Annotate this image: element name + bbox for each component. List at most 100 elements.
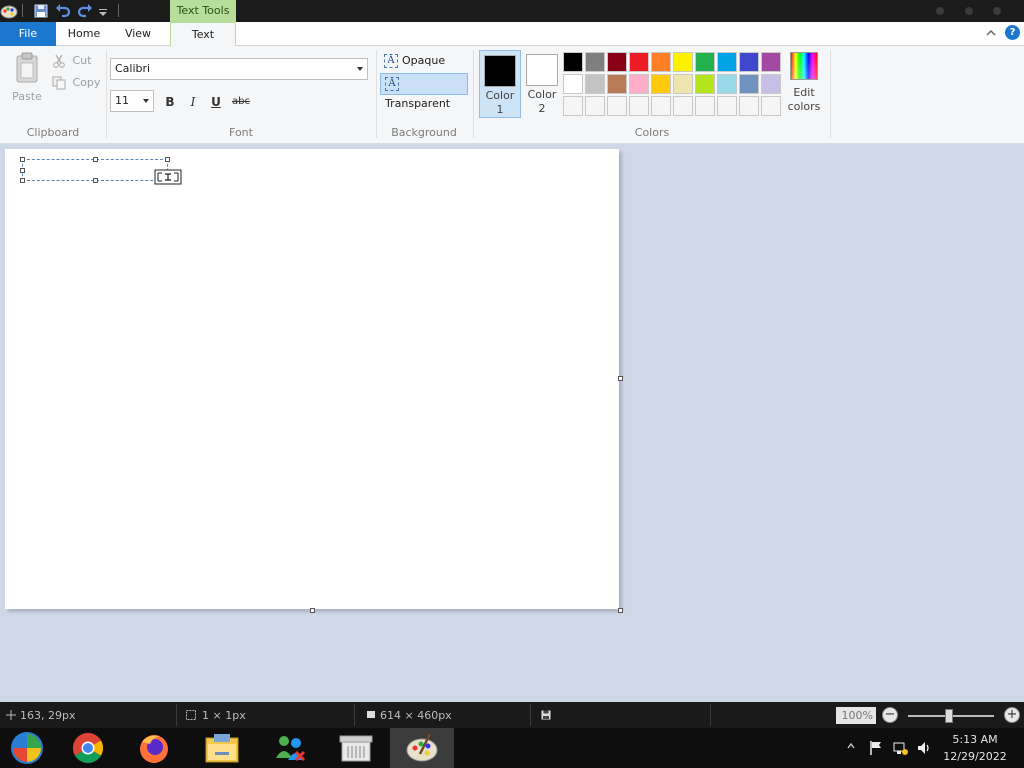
palette-swatch[interactable]	[607, 74, 627, 94]
selection-size-icon	[186, 710, 196, 720]
color2-label: Color	[527, 88, 557, 101]
save-icon[interactable]	[32, 2, 50, 20]
status-separator	[354, 704, 355, 726]
palette-swatch[interactable]	[651, 52, 671, 72]
tab-view[interactable]: View	[112, 22, 164, 46]
palette-swatch[interactable]	[717, 74, 737, 94]
edit-colors-label-1: Edit	[793, 86, 815, 99]
transparent-icon: A	[385, 77, 399, 91]
palette-swatch[interactable]	[563, 52, 583, 72]
palette-swatch[interactable]	[695, 96, 715, 116]
close-button[interactable]	[993, 7, 1001, 15]
canvas-resize-handle-corner[interactable]	[618, 608, 623, 613]
chrome-icon[interactable]	[56, 728, 120, 768]
bold-button[interactable]: B	[160, 92, 180, 112]
font-family-dropdown[interactable]: Calibri	[110, 58, 368, 80]
cursor-position-icon	[6, 710, 16, 720]
palette-swatch[interactable]	[585, 74, 605, 94]
status-separator	[710, 704, 711, 726]
tab-file[interactable]: File	[0, 22, 56, 46]
text-box-resize-handle[interactable]	[165, 157, 170, 162]
color1-button[interactable]: Color 1	[479, 50, 521, 118]
paint-taskbar-icon[interactable]	[390, 728, 454, 768]
status-separator	[530, 704, 531, 726]
text-box-resize-handle[interactable]	[20, 157, 25, 162]
network-icon[interactable]	[893, 740, 909, 756]
minimize-ribbon-icon[interactable]	[985, 27, 997, 39]
messenger-icon[interactable]	[258, 728, 322, 768]
palette-swatch[interactable]	[607, 52, 627, 72]
palette-swatch[interactable]	[717, 52, 737, 72]
font-size-dropdown[interactable]: 11	[110, 90, 154, 112]
color1-swatch	[484, 55, 516, 87]
palette-swatch[interactable]	[673, 74, 693, 94]
start-button[interactable]	[0, 728, 56, 768]
paste-icon	[14, 52, 40, 84]
palette-swatch[interactable]	[585, 52, 605, 72]
palette-swatch[interactable]	[585, 96, 605, 116]
color2-button[interactable]: Color 2	[521, 50, 563, 118]
palette-swatch[interactable]	[695, 74, 715, 94]
cut-button[interactable]: Cut	[52, 54, 91, 70]
canvas-resize-handle-right[interactable]	[618, 376, 623, 381]
transparent-button[interactable]: A Transparent	[380, 73, 468, 110]
maximize-button[interactable]	[965, 7, 973, 15]
text-box-resize-handle[interactable]	[93, 178, 98, 183]
italic-button[interactable]: I	[183, 92, 203, 112]
cursor-position-text: 163, 29px	[20, 709, 76, 722]
clock-date[interactable]: 12/29/2022	[930, 750, 1020, 763]
font-group-label: Font	[229, 126, 253, 139]
palette-swatch[interactable]	[673, 96, 693, 116]
tab-home[interactable]: Home	[56, 22, 112, 46]
palette-swatch[interactable]	[651, 74, 671, 94]
palette-swatch[interactable]	[717, 96, 737, 116]
palette-swatch[interactable]	[739, 52, 759, 72]
undo-icon[interactable]	[54, 2, 72, 20]
zoom-out-button[interactable]: −	[882, 707, 898, 723]
customize-quick-access-icon[interactable]	[97, 2, 115, 20]
palette-swatch[interactable]	[629, 74, 649, 94]
palette-swatch[interactable]	[739, 74, 759, 94]
copy-button[interactable]: Copy	[52, 76, 100, 92]
text-box-resize-handle[interactable]	[20, 168, 25, 173]
firefox-icon[interactable]	[122, 728, 186, 768]
palette-swatch[interactable]	[629, 96, 649, 116]
palette-swatch[interactable]	[563, 96, 583, 116]
canvas-resize-handle-bottom[interactable]	[310, 608, 315, 613]
palette-swatch[interactable]	[651, 96, 671, 116]
tab-text[interactable]: Text	[170, 22, 236, 48]
edit-colors-button[interactable]: Edit colors	[786, 52, 822, 118]
paste-button[interactable]: Paste	[8, 52, 46, 112]
clock-time[interactable]: 5:13 AM	[930, 733, 1020, 746]
text-box-resize-handle[interactable]	[93, 157, 98, 162]
palette-swatch[interactable]	[761, 52, 781, 72]
file-explorer-icon[interactable]	[190, 728, 254, 768]
strikethrough-button[interactable]: abc	[229, 92, 253, 112]
archive-icon[interactable]	[324, 728, 388, 768]
minimize-button[interactable]	[936, 7, 944, 15]
palette-swatch[interactable]	[563, 74, 583, 94]
opaque-icon: A	[384, 54, 398, 68]
opaque-button[interactable]: A Opaque	[380, 51, 468, 73]
paint-app-icon[interactable]	[0, 2, 18, 20]
drawing-canvas[interactable]	[5, 149, 619, 609]
palette-swatch[interactable]	[739, 96, 759, 116]
quick-access-separator	[118, 4, 119, 17]
color1-number: 1	[496, 103, 504, 116]
palette-swatch[interactable]	[673, 52, 693, 72]
palette-swatch[interactable]	[761, 74, 781, 94]
palette-swatch[interactable]	[629, 52, 649, 72]
palette-swatch[interactable]	[607, 96, 627, 116]
text-box-resize-handle[interactable]	[20, 178, 25, 183]
action-center-flag-icon[interactable]	[869, 740, 883, 756]
redo-icon[interactable]	[76, 2, 94, 20]
underline-button[interactable]: U	[206, 92, 226, 112]
edit-colors-label-2: colors	[787, 100, 821, 113]
palette-swatch[interactable]	[761, 96, 781, 116]
palette-swatch[interactable]	[695, 52, 715, 72]
zoom-slider-thumb[interactable]	[945, 709, 953, 723]
scissors-icon	[52, 54, 66, 68]
help-icon[interactable]: ?	[1005, 25, 1020, 40]
zoom-in-button[interactable]: +	[1004, 707, 1020, 723]
show-hidden-icons-icon[interactable]	[846, 741, 856, 751]
